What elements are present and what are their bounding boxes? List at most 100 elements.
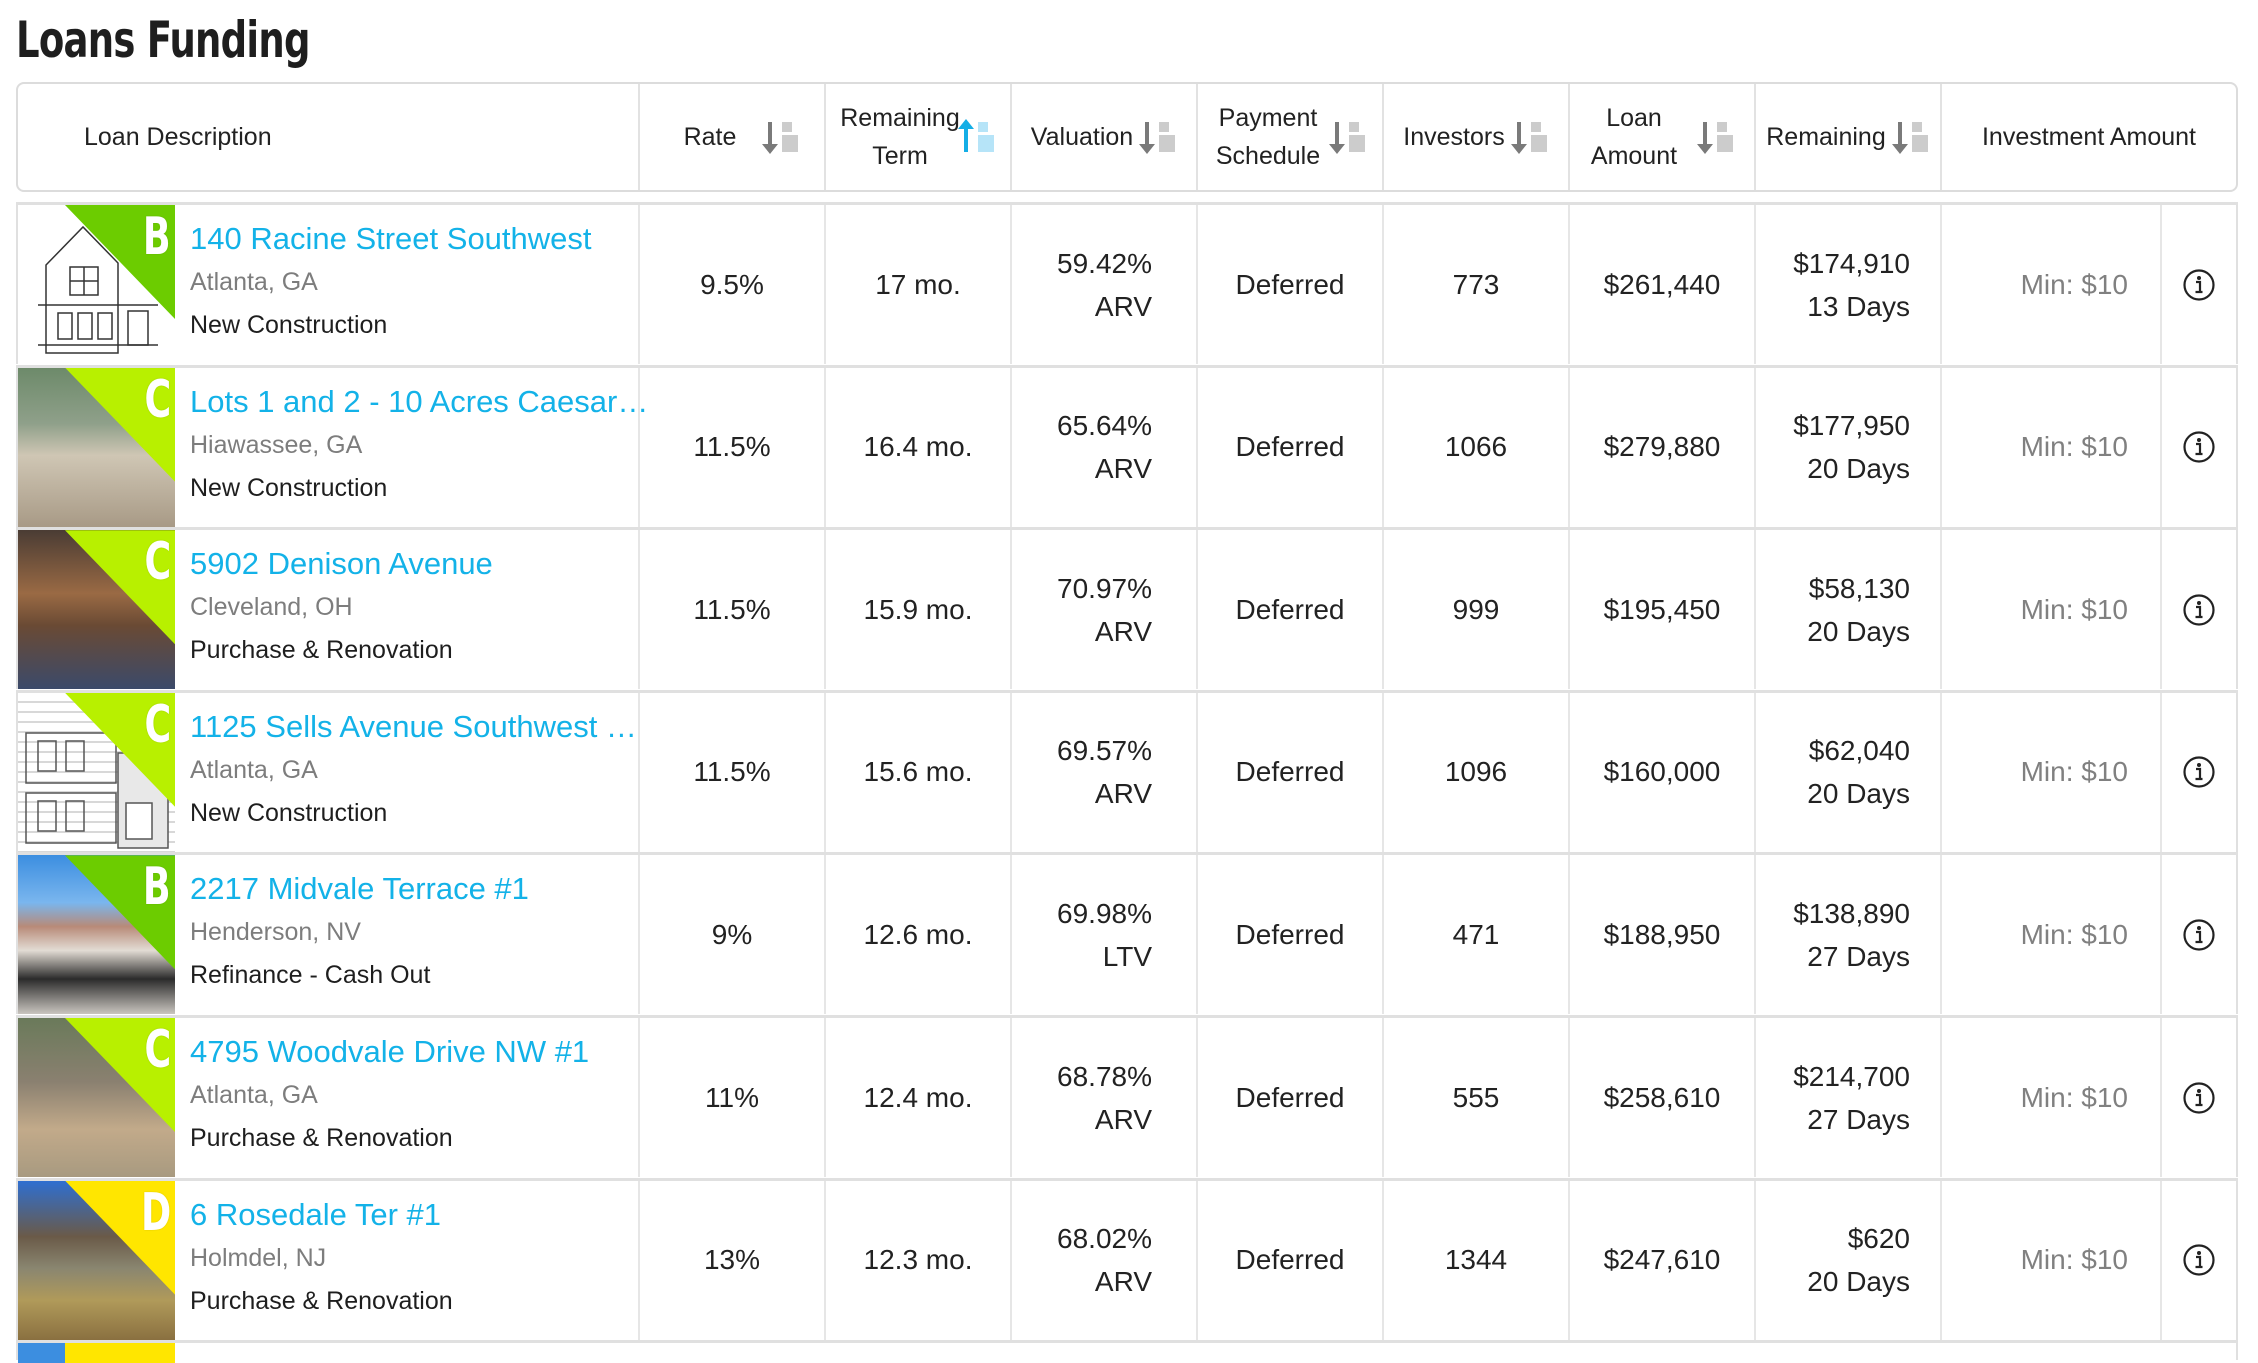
investors-cell: 555 — [1382, 1018, 1568, 1177]
info-button[interactable] — [2160, 1180, 2236, 1340]
investment-amount-input[interactable]: Min: $10 — [1940, 855, 2160, 1015]
loan-description-cell: C 1125 Sells Avenue Southwest … Atlanta,… — [18, 692, 638, 852]
grade-letter: B — [143, 857, 171, 918]
valuation-basis: ARV — [1094, 615, 1152, 647]
table-row[interactable]: B 140 Racine Street Southwest Atlanta, G… — [16, 202, 2238, 364]
loan-title-link[interactable]: 6 Rosedale Ter #1 — [190, 1193, 650, 1237]
remaining-amount: $174,910 — [1793, 247, 1910, 279]
loan-amount-cell: $188,950 — [1568, 855, 1754, 1015]
remaining-amount: $214,700 — [1793, 1060, 1910, 1092]
remaining-term-cell: 15.6 mo. — [824, 692, 1010, 852]
column-header-loan-amount[interactable]: Loan Amount — [1568, 84, 1754, 190]
loan-type: Refinance - Cash Out — [190, 961, 431, 990]
column-header-remaining[interactable]: Remaining — [1754, 84, 1940, 190]
loan-type: Purchase & Renovation — [190, 1124, 453, 1152]
loan-title-link[interactable]: 4795 Woodvale Drive NW #1 — [190, 1030, 650, 1074]
loan-amount-cell: $279,880 — [1568, 367, 1754, 527]
table-row-partial — [16, 1340, 2238, 1363]
table-row[interactable]: C Lots 1 and 2 - 10 Acres Caesar … Hiawa… — [16, 364, 2238, 527]
property-thumbnail[interactable]: B — [18, 855, 175, 1015]
column-header-investors[interactable]: Investors — [1382, 84, 1568, 190]
property-thumbnail[interactable]: B — [18, 205, 175, 364]
loan-title-link[interactable]: Lots 1 and 2 - 10 Acres Caesar … — [190, 380, 650, 424]
loan-title-link[interactable]: 2217 Midvale Terrace #1 — [190, 867, 650, 911]
rate-cell: 13% — [638, 1180, 824, 1340]
table-row[interactable]: C 1125 Sells Avenue Southwest … Atlanta,… — [16, 689, 2238, 852]
investment-amount-input[interactable]: Min: $10 — [1940, 205, 2160, 364]
payment-schedule-cell: Deferred — [1196, 1018, 1382, 1177]
loan-title-link[interactable]: 5902 Denison Avenue — [190, 542, 650, 586]
property-thumbnail[interactable]: C — [18, 1018, 175, 1177]
loan-title-link[interactable]: 1125 Sells Avenue Southwest … — [190, 705, 650, 749]
valuation-cell: 70.97% ARV — [1010, 530, 1196, 690]
info-icon — [2183, 431, 2215, 463]
sort-asc-icon[interactable] — [958, 119, 996, 154]
loan-location: Atlanta, GA — [190, 755, 318, 784]
sort-desc-icon[interactable] — [762, 120, 800, 154]
column-header-valuation[interactable]: Valuation — [1010, 84, 1196, 190]
column-label: Investment Amount — [1981, 123, 2196, 151]
property-thumbnail[interactable]: C — [18, 692, 175, 852]
loan-location: Atlanta, GA — [190, 268, 318, 296]
table-row[interactable]: D 6 Rosedale Ter #1 Holmdel, NJ Purchase… — [16, 1177, 2238, 1340]
info-button[interactable] — [2160, 692, 2236, 852]
remaining-amount: $620 — [1847, 1223, 1910, 1255]
valuation-basis: ARV — [1094, 1266, 1152, 1298]
sort-desc-icon[interactable] — [1139, 120, 1177, 154]
info-button[interactable] — [2160, 1018, 2236, 1177]
info-icon — [2183, 1081, 2215, 1114]
investment-amount-input[interactable]: Min: $10 — [1940, 1018, 2160, 1177]
grade-letter: C — [144, 369, 171, 430]
loan-amount-cell: $195,450 — [1568, 530, 1754, 690]
table-row[interactable]: C 5902 Denison Avenue Cleveland, OH Purc… — [16, 527, 2238, 690]
sort-desc-icon[interactable] — [1891, 120, 1930, 154]
table-row[interactable]: C 4795 Woodvale Drive NW #1 Atlanta, GA … — [16, 1015, 2238, 1177]
investors-cell: 773 — [1382, 205, 1568, 364]
sort-desc-icon[interactable] — [1697, 120, 1735, 154]
loan-description-cell: C 5902 Denison Avenue Cleveland, OH Purc… — [18, 530, 638, 690]
investors-cell: 1096 — [1382, 692, 1568, 852]
table-row[interactable]: B 2217 Midvale Terrace #1 Henderson, NV … — [16, 852, 2238, 1015]
loan-type: Purchase & Renovation — [190, 1286, 453, 1315]
info-icon — [2183, 1244, 2215, 1276]
sort-desc-icon[interactable] — [1329, 120, 1367, 154]
loan-location: Atlanta, GA — [190, 1081, 318, 1109]
remaining-cell: $58,130 20 Days — [1754, 530, 1940, 690]
grade-letter: B — [143, 207, 171, 267]
investment-amount-input[interactable]: Min: $10 — [1940, 692, 2160, 852]
investment-amount-input[interactable]: Min: $10 — [1940, 1180, 2160, 1340]
info-button[interactable] — [2160, 367, 2236, 527]
property-thumbnail[interactable]: C — [18, 530, 175, 690]
loan-amount-cell: $247,610 — [1568, 1180, 1754, 1340]
investment-amount-input[interactable]: Min: $10 — [1940, 530, 2160, 690]
column-header-remaining-term[interactable]: Remaining Term — [824, 84, 1010, 190]
remaining-amount: $177,950 — [1793, 410, 1910, 442]
column-label: Rate — [683, 123, 737, 151]
column-header-rate[interactable]: Rate — [638, 84, 824, 190]
investors-cell: 1066 — [1382, 367, 1568, 527]
loan-title-link[interactable]: 140 Racine Street Southwest — [190, 217, 650, 261]
info-button[interactable] — [2160, 855, 2236, 1015]
column-header-payment-schedule[interactable]: Payment Schedule — [1196, 84, 1382, 190]
remaining-days: 20 Days — [1807, 778, 1910, 810]
valuation-cell: 65.64% ARV — [1010, 367, 1196, 527]
remaining-term-cell: 17 mo. — [824, 205, 1010, 364]
loan-location: Holmdel, NJ — [190, 1243, 327, 1272]
loan-type: New Construction — [190, 798, 388, 827]
payment-schedule-cell: Deferred — [1196, 1180, 1382, 1340]
investment-amount-input[interactable]: Min: $10 — [1940, 367, 2160, 527]
grade-letter: C — [144, 1020, 171, 1080]
info-icon — [2183, 919, 2215, 951]
info-button[interactable] — [2160, 205, 2236, 364]
property-thumbnail[interactable]: D — [18, 1180, 175, 1340]
sort-desc-icon[interactable] — [1510, 120, 1549, 154]
loan-location: Hiawassee, GA — [190, 430, 363, 459]
property-thumbnail[interactable]: C — [18, 367, 175, 527]
payment-schedule-cell: Deferred — [1196, 855, 1382, 1015]
valuation-cell: 68.02% ARV — [1010, 1180, 1196, 1340]
info-button[interactable] — [2160, 530, 2236, 690]
page-title: Loans Funding — [16, 11, 310, 69]
payment-schedule-cell: Deferred — [1196, 530, 1382, 690]
loan-description-cell: C 4795 Woodvale Drive NW #1 Atlanta, GA … — [18, 1018, 638, 1177]
loan-type: Purchase & Renovation — [190, 636, 453, 665]
